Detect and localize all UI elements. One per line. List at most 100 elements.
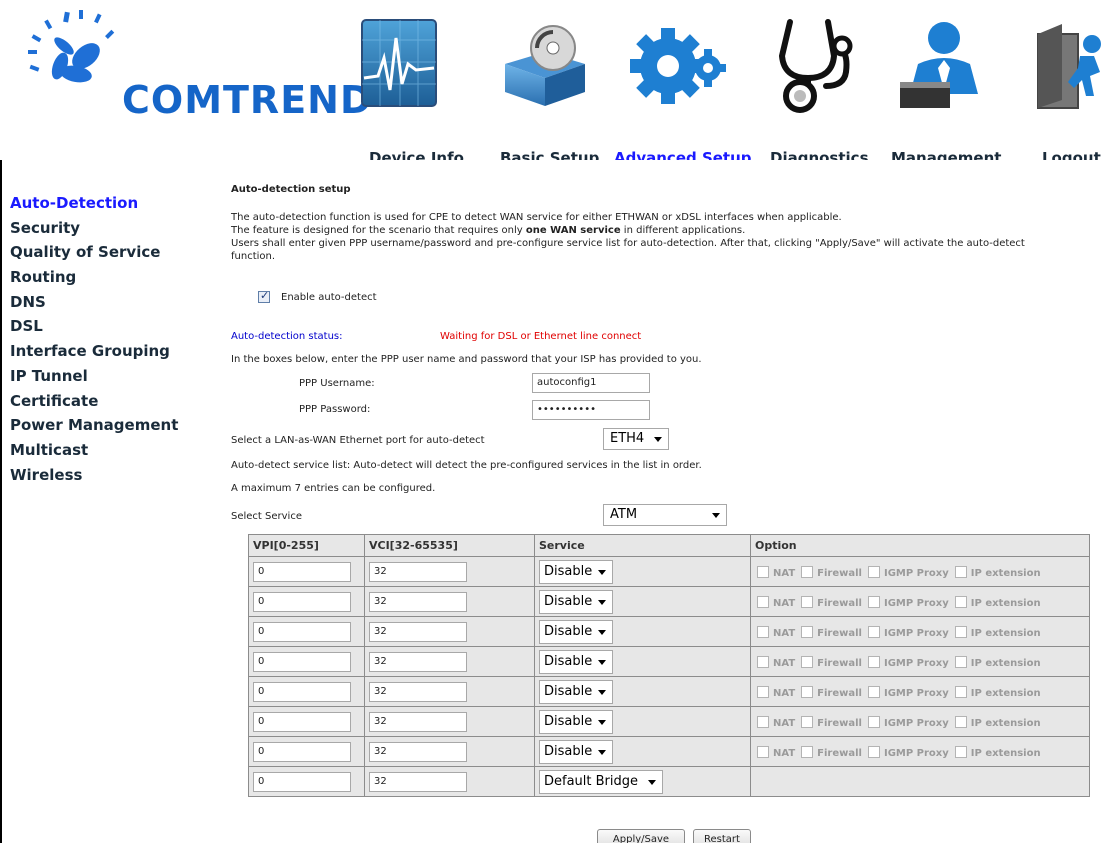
option-group: NAT Firewall IGMP Proxy IP extension	[757, 596, 1047, 609]
service-value: Disable	[544, 594, 593, 609]
restart-button[interactable]: Restart	[693, 829, 751, 843]
vpi-input[interactable]: 0	[253, 712, 351, 732]
vpi-input[interactable]: 0	[253, 592, 351, 612]
option-checkbox[interactable]	[867, 626, 880, 638]
option-label: NAT	[773, 748, 796, 759]
option-item: NAT	[757, 746, 795, 759]
option-checkbox[interactable]	[867, 656, 880, 668]
option-checkbox[interactable]	[867, 716, 880, 728]
vci-input[interactable]: 32	[369, 772, 467, 792]
option-checkbox[interactable]	[867, 566, 880, 578]
sidebar-item-routing[interactable]: Routing	[2, 265, 217, 290]
option-checkbox[interactable]	[757, 596, 769, 608]
vpi-input[interactable]: 0	[253, 772, 351, 792]
option-label: Firewall	[817, 598, 862, 609]
sidebar-item-auto-detection[interactable]: Auto-Detection	[2, 191, 217, 216]
vpi-input[interactable]: 0	[253, 682, 351, 702]
service-cell: Disable	[534, 586, 751, 617]
option-checkbox[interactable]	[867, 746, 880, 758]
option-checkbox[interactable]	[801, 626, 814, 638]
option-checkbox[interactable]	[757, 746, 769, 758]
service-select[interactable]: Default Bridge	[539, 770, 663, 794]
apply-save-button[interactable]: Apply/Save	[597, 829, 685, 843]
option-checkbox[interactable]	[801, 746, 814, 758]
service-select[interactable]: Disable	[539, 650, 613, 674]
option-cell: NAT Firewall IGMP Proxy IP extension	[750, 586, 1090, 617]
option-checkbox[interactable]	[867, 686, 880, 698]
chevron-down-icon	[598, 750, 606, 755]
sidebar-item-certificate[interactable]: Certificate	[2, 389, 217, 414]
option-checkbox[interactable]	[757, 686, 769, 698]
service-cell: Disable	[534, 706, 751, 737]
option-checkbox[interactable]	[954, 566, 967, 578]
description-line-2: The feature is designed for the scenario…	[231, 225, 745, 236]
vpi-input[interactable]: 0	[253, 622, 351, 642]
vci-input[interactable]: 32	[369, 622, 467, 642]
option-checkbox[interactable]	[757, 716, 769, 728]
option-item: IGMP Proxy	[867, 596, 949, 609]
service-select[interactable]: Disable	[539, 590, 613, 614]
heartbeat-monitor-icon	[361, 19, 437, 107]
sidebar-item-wireless[interactable]: Wireless	[2, 463, 217, 488]
sidebar-item-quality-of-service[interactable]: Quality of Service	[2, 240, 217, 265]
option-item: Firewall	[801, 596, 862, 609]
option-checkbox[interactable]	[954, 626, 967, 638]
chevron-down-icon	[654, 437, 662, 442]
option-checkbox[interactable]	[757, 626, 769, 638]
sidebar-item-power-management[interactable]: Power Management	[2, 413, 217, 438]
vpi-input[interactable]: 0	[253, 652, 351, 672]
option-checkbox[interactable]	[801, 716, 814, 728]
sidebar-item-multicast[interactable]: Multicast	[2, 438, 217, 463]
option-checkbox[interactable]	[801, 596, 814, 608]
sidebar-item-interface-grouping[interactable]: Interface Grouping	[2, 339, 217, 364]
vci-input[interactable]: 32	[369, 592, 467, 612]
service-cell: Disable	[534, 736, 751, 767]
service-select[interactable]: Disable	[539, 560, 613, 584]
column-header: Option	[750, 534, 1090, 557]
service-select[interactable]: Disable	[539, 680, 613, 704]
ppp-password-input[interactable]: ••••••••••	[532, 400, 650, 420]
option-group: NAT Firewall IGMP Proxy IP extension	[757, 656, 1047, 669]
sidebar-item-security[interactable]: Security	[2, 216, 217, 241]
vci-input[interactable]: 32	[369, 712, 467, 732]
vci-input[interactable]: 32	[369, 562, 467, 582]
option-checkbox[interactable]	[801, 686, 814, 698]
chevron-down-icon	[598, 600, 606, 605]
vpi-input[interactable]: 0	[253, 562, 351, 582]
sidebar-item-ip-tunnel[interactable]: IP Tunnel	[2, 364, 217, 389]
option-item: NAT	[757, 716, 795, 729]
option-checkbox[interactable]	[954, 596, 967, 608]
vpi-cell: 0	[248, 706, 365, 737]
option-item: Firewall	[801, 626, 862, 639]
option-checkbox[interactable]	[954, 656, 967, 668]
enable-auto-detect-checkbox[interactable]	[258, 289, 270, 303]
option-checkbox[interactable]	[954, 716, 967, 728]
option-item: Firewall	[801, 566, 862, 579]
vci-input[interactable]: 32	[369, 682, 467, 702]
vci-input[interactable]: 32	[369, 742, 467, 762]
service-select[interactable]: Disable	[539, 710, 613, 734]
option-group: NAT Firewall IGMP Proxy IP extension	[757, 686, 1047, 699]
vpi-input[interactable]: 0	[253, 742, 351, 762]
vci-input[interactable]: 32	[369, 652, 467, 672]
select-service-dropdown[interactable]: ATM	[603, 504, 727, 526]
lan-port-select[interactable]: ETH4	[603, 428, 669, 450]
ppp-username-input[interactable]: autoconfig1	[532, 373, 650, 393]
service-select[interactable]: Disable	[539, 740, 613, 764]
option-checkbox[interactable]	[757, 566, 769, 578]
option-checkbox[interactable]	[954, 686, 967, 698]
option-checkbox[interactable]	[757, 656, 769, 668]
option-checkbox[interactable]	[867, 596, 880, 608]
option-label: IP extension	[970, 598, 1041, 609]
sidebar-item-dns[interactable]: DNS	[2, 290, 217, 315]
option-checkbox[interactable]	[954, 746, 967, 758]
option-checkbox[interactable]	[801, 656, 814, 668]
sidebar-item-dsl[interactable]: DSL	[2, 314, 217, 339]
vpi-cell: 0	[248, 556, 365, 587]
ppp-password-label: PPP Password:	[299, 404, 371, 415]
service-select[interactable]: Disable	[539, 620, 613, 644]
option-checkbox[interactable]	[801, 566, 814, 578]
option-item: NAT	[757, 566, 795, 579]
option-label: NAT	[773, 598, 796, 609]
option-item: IGMP Proxy	[867, 566, 949, 579]
